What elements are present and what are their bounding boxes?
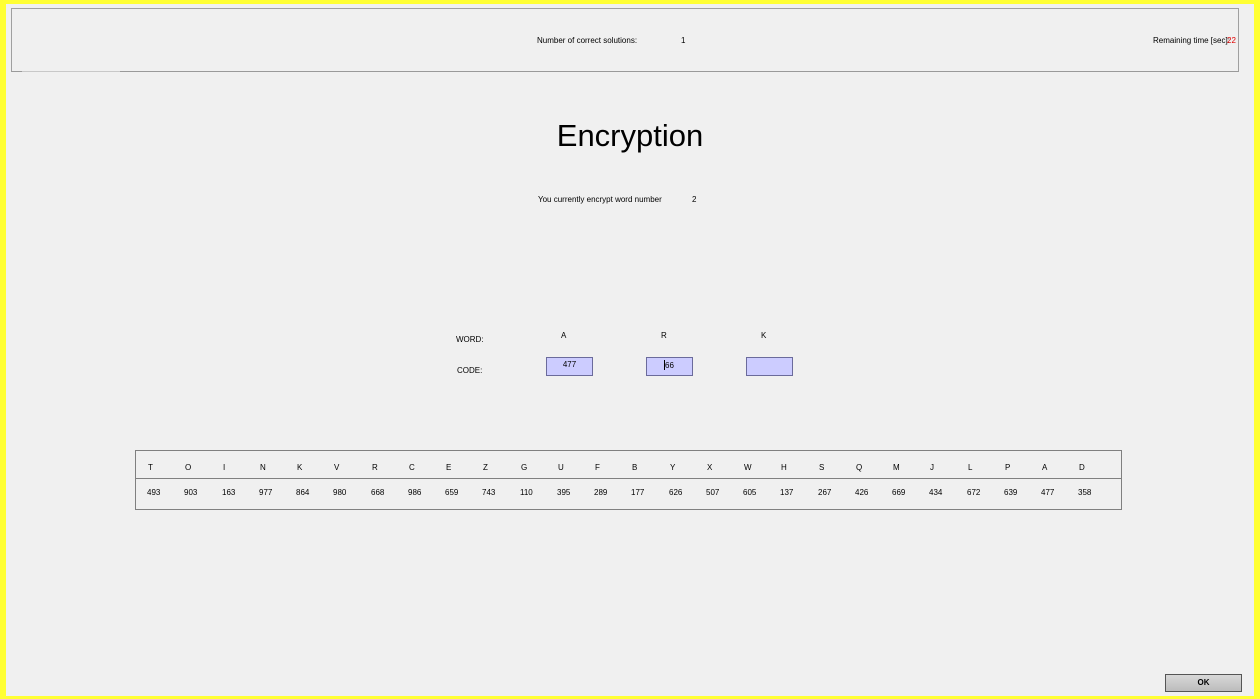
code-input-1-value: 477 bbox=[562, 360, 577, 369]
current-word-number: 2 bbox=[692, 195, 697, 204]
current-word-label: You currently encrypt word number bbox=[538, 195, 662, 204]
table-letter: J bbox=[930, 463, 934, 472]
table-letter: P bbox=[1005, 463, 1011, 472]
table-letter: L bbox=[968, 463, 973, 472]
word-letter-1: A bbox=[561, 331, 567, 340]
table-code: 267 bbox=[818, 488, 832, 497]
table-code: 289 bbox=[594, 488, 608, 497]
table-divider bbox=[136, 478, 1121, 479]
table-code: 163 bbox=[222, 488, 236, 497]
table-code: 672 bbox=[967, 488, 981, 497]
table-letter: Y bbox=[670, 463, 676, 472]
correct-solutions-value: 1 bbox=[681, 36, 686, 45]
table-code: 434 bbox=[929, 488, 943, 497]
code-input-1[interactable]: 477 bbox=[546, 357, 593, 376]
page-title: Encryption bbox=[556, 118, 704, 153]
header-divider bbox=[22, 71, 120, 72]
table-letter: N bbox=[260, 463, 266, 472]
table-letter: V bbox=[334, 463, 340, 472]
table-code: 669 bbox=[892, 488, 906, 497]
table-letter: E bbox=[446, 463, 452, 472]
table-letter: Q bbox=[856, 463, 863, 472]
table-code: 493 bbox=[147, 488, 161, 497]
table-letter: G bbox=[521, 463, 528, 472]
table-letter: R bbox=[372, 463, 378, 472]
table-code: 980 bbox=[333, 488, 347, 497]
table-letter: H bbox=[781, 463, 787, 472]
word-letter-2: R bbox=[661, 331, 667, 340]
code-input-2-value: 66 bbox=[665, 361, 674, 370]
table-code: 507 bbox=[706, 488, 720, 497]
table-code: 986 bbox=[408, 488, 422, 497]
table-code: 864 bbox=[296, 488, 310, 497]
code-table bbox=[135, 450, 1122, 510]
table-letter: B bbox=[632, 463, 638, 472]
table-letter: S bbox=[819, 463, 825, 472]
table-code: 358 bbox=[1078, 488, 1092, 497]
ok-button[interactable]: OK bbox=[1165, 674, 1242, 692]
window-frame bbox=[0, 0, 1260, 699]
table-code: 743 bbox=[482, 488, 496, 497]
table-code: 477 bbox=[1041, 488, 1055, 497]
table-code: 659 bbox=[445, 488, 459, 497]
table-code: 137 bbox=[780, 488, 794, 497]
table-letter: A bbox=[1042, 463, 1048, 472]
table-code: 903 bbox=[184, 488, 198, 497]
table-letter: D bbox=[1079, 463, 1085, 472]
table-letter: K bbox=[297, 463, 303, 472]
table-code: 639 bbox=[1004, 488, 1018, 497]
word-label: WORD: bbox=[456, 335, 484, 344]
table-letter: O bbox=[185, 463, 192, 472]
code-label: CODE: bbox=[457, 366, 483, 375]
word-letter-3: K bbox=[761, 331, 767, 340]
table-code: 395 bbox=[557, 488, 571, 497]
table-code: 626 bbox=[669, 488, 683, 497]
table-code: 977 bbox=[259, 488, 273, 497]
table-letter: T bbox=[148, 463, 153, 472]
table-code: 177 bbox=[631, 488, 645, 497]
table-letter: C bbox=[409, 463, 415, 472]
table-letter: X bbox=[707, 463, 713, 472]
table-letter: I bbox=[223, 463, 226, 472]
table-code: 426 bbox=[855, 488, 869, 497]
table-letter: U bbox=[558, 463, 564, 472]
code-input-2[interactable]: 66 bbox=[646, 357, 693, 376]
table-code: 110 bbox=[520, 488, 533, 497]
code-input-3[interactable] bbox=[746, 357, 793, 376]
correct-solutions-label: Number of correct solutions: bbox=[537, 36, 638, 45]
table-letter: W bbox=[744, 463, 752, 472]
remaining-time-value: 22 bbox=[1227, 36, 1236, 45]
table-code: 605 bbox=[743, 488, 757, 497]
table-letter: F bbox=[595, 463, 600, 472]
table-letter: Z bbox=[483, 463, 488, 472]
table-letter: M bbox=[893, 463, 900, 472]
table-code: 668 bbox=[371, 488, 385, 497]
remaining-time-label: Remaining time [sec]: bbox=[1153, 36, 1230, 45]
